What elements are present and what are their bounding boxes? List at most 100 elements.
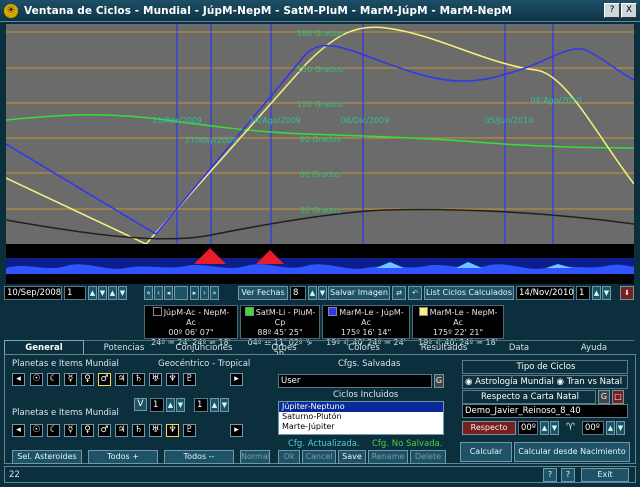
ver-fechas-down-button[interactable]: ▼ (318, 286, 327, 300)
undo-icon[interactable]: ↶ (408, 286, 422, 300)
ciclos-list[interactable]: Júpiter-Neptuno Saturno-Plutón Marte-Júp… (278, 401, 444, 435)
sun-icon[interactable]: ☉ (30, 424, 43, 437)
tab-orbes[interactable]: Orbes (244, 340, 324, 354)
end-step-field[interactable]: 1 (576, 286, 590, 300)
carta-g-button[interactable]: G (598, 390, 610, 404)
forward-button[interactable]: » (210, 286, 219, 300)
astrologia-radio[interactable]: ◉ (465, 377, 475, 387)
mars-icon[interactable]: ♂ (98, 424, 111, 437)
next-button[interactable]: › (200, 286, 209, 300)
sel-asteroides-button[interactable]: Sel. Asteroides (12, 450, 82, 464)
moon-icon[interactable]: ☾ (47, 424, 60, 437)
v-button[interactable]: V (134, 398, 147, 411)
respecto-down-button[interactable]: ▼ (550, 421, 559, 435)
saturn-icon[interactable]: ♄ (132, 373, 145, 386)
down-arrow-icon[interactable]: ⬇ (620, 286, 634, 300)
todos-minus-button[interactable]: Todos -- (164, 450, 234, 464)
step-down-button[interactable]: ▼ (220, 398, 229, 412)
row2-next-button[interactable]: ▸ (230, 424, 243, 437)
start-up2-button[interactable]: ▲ (108, 286, 117, 300)
close-window-button[interactable]: X (621, 3, 637, 18)
calcular-button[interactable]: Calcular (460, 442, 512, 462)
mercury-icon[interactable]: ☿ (64, 373, 77, 386)
cfgs-field[interactable]: User (278, 374, 432, 388)
neptune-icon[interactable]: ♆ (166, 424, 179, 437)
tab-potencias[interactable]: Potencias (84, 340, 164, 354)
step-back-button[interactable]: ◂ (164, 286, 173, 300)
salvar-imagen-button[interactable]: Salvar Imagen (328, 286, 390, 300)
neptune-icon[interactable]: ♆ (166, 373, 179, 386)
ver-fechas-up-button[interactable]: ▲ (308, 286, 317, 300)
end-up-button[interactable]: ▲ (592, 286, 601, 300)
help-window-button[interactable]: ? (604, 3, 620, 18)
todos-plus-button[interactable]: Todos + (88, 450, 158, 464)
end-date-field[interactable]: 14/Nov/2010 (516, 286, 574, 300)
exit-button[interactable]: Exit (581, 468, 629, 482)
uranus-icon[interactable]: ♅ (149, 424, 162, 437)
tab-conjunciones[interactable]: Conjunciones (164, 340, 244, 354)
respecto-degree-field[interactable]: 00º (518, 421, 538, 435)
tab-ayuda[interactable]: Ayuda (554, 340, 634, 354)
pluto-icon[interactable]: ♇ (183, 424, 196, 437)
mars-icon[interactable]: ♂ (98, 373, 111, 386)
tab-general[interactable]: General (4, 340, 84, 354)
jupiter-icon[interactable]: ♃ (115, 424, 128, 437)
jupiter-icon[interactable]: ♃ (115, 373, 128, 386)
calcular-nacimiento-button[interactable]: Calcular desde Nacimiento (514, 442, 630, 462)
respecto-up-button[interactable]: ▲ (540, 421, 549, 435)
help-button-1[interactable]: ? (543, 468, 557, 482)
tran-natal-radio[interactable]: ◉ (557, 377, 567, 387)
tab-resultados[interactable]: Resultados (404, 340, 484, 354)
respecto-button[interactable]: Respecto (462, 421, 516, 435)
v-up-button[interactable]: ▲ (166, 398, 175, 412)
save-button[interactable]: Save (338, 450, 366, 464)
start-up-button[interactable]: ▲ (88, 286, 97, 300)
step-field[interactable]: 1 (194, 398, 208, 412)
row1-prev-button[interactable]: ◂ (12, 373, 25, 386)
ok-button[interactable]: Ok (278, 450, 300, 464)
carta-window-icon[interactable]: □ (612, 390, 624, 404)
ver-fechas-field[interactable]: 8 (290, 286, 306, 300)
start-date-field[interactable]: 10/Sep/2008 (4, 286, 62, 300)
rename-button[interactable]: Rename (368, 450, 408, 464)
venus-icon[interactable]: ♀ (81, 373, 94, 386)
v-field[interactable]: 1 (150, 398, 164, 412)
tab-data[interactable]: Data (484, 340, 554, 354)
start-down2-button[interactable]: ▼ (118, 286, 127, 300)
sun-icon[interactable]: ☉ (30, 373, 43, 386)
delete-button[interactable]: Delete (410, 450, 446, 464)
start-down-button[interactable]: ▼ (98, 286, 107, 300)
cycles-chart[interactable]: 180 Grados 150 Grados 120 Grados 90 Grad… (5, 24, 635, 245)
cancel-button[interactable]: Cancel (302, 450, 336, 464)
help-button-2[interactable]: ? (561, 468, 575, 482)
start-step-field[interactable]: 1 (64, 286, 86, 300)
end-down-button[interactable]: ▼ (602, 286, 611, 300)
slider-thumb[interactable] (174, 286, 188, 300)
rewind-button[interactable]: « (144, 286, 153, 300)
saturn-icon[interactable]: ♄ (132, 424, 145, 437)
cfgs-g-button[interactable]: G (434, 374, 444, 388)
aries-degree-field[interactable]: 00º (582, 421, 604, 435)
uranus-icon[interactable]: ♅ (149, 373, 162, 386)
row2-prev-button[interactable]: ◂ (12, 424, 25, 437)
normal-button[interactable]: Normal (240, 450, 270, 464)
tab-colores[interactable]: Colores (324, 340, 404, 354)
row1-next-button[interactable]: ▸ (230, 373, 243, 386)
step-up-button[interactable]: ▲ (210, 398, 219, 412)
mercury-icon[interactable]: ☿ (64, 424, 77, 437)
venus-icon[interactable]: ♀ (81, 424, 94, 437)
swap-icon[interactable]: ⇄ (392, 286, 406, 300)
ver-fechas-button[interactable]: Ver Fechas (238, 286, 288, 300)
v-down-button[interactable]: ▼ (176, 398, 185, 412)
aries-up-button[interactable]: ▲ (606, 421, 615, 435)
aries-down-button[interactable]: ▼ (616, 421, 625, 435)
list-item[interactable]: Júpiter-Neptuno (279, 402, 443, 412)
carta-name-field[interactable]: Demo_Javier_Reinoso_8_40 (462, 404, 628, 418)
list-item[interactable]: Marte-Júpiter (279, 422, 443, 432)
prev-button[interactable]: ‹ (154, 286, 163, 300)
list-item[interactable]: Saturno-Plutón (279, 412, 443, 422)
moon-icon[interactable]: ☾ (47, 373, 60, 386)
list-cycles-button[interactable]: List Ciclos Calculados (424, 286, 514, 300)
step-forward-button[interactable]: ▸ (190, 286, 199, 300)
pluto-icon[interactable]: ♇ (183, 373, 196, 386)
